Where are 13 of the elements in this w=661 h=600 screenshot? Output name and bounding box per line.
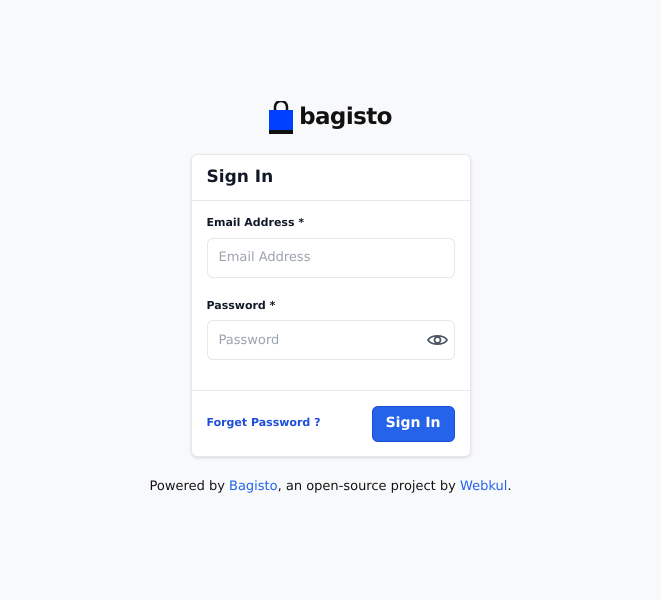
email-field[interactable]: Email Address — [206, 238, 454, 278]
forgot-password-link[interactable]: Forget Password ? — [206, 415, 320, 432]
footer-text: Powered by Bagisto, an open-source project by Webkul. — [150, 478, 512, 496]
eye-icon[interactable] — [426, 333, 448, 347]
field-label: Email Address * — [206, 215, 306, 231]
password-field[interactable]: Password — [206, 320, 454, 360]
logo-text: bagisto — [299, 102, 392, 132]
footer-link[interactable]: Bagisto — [229, 479, 278, 494]
sign-in-button[interactable]: Sign In — [372, 406, 454, 442]
shopping-bag-icon — [269, 100, 294, 134]
footer-link[interactable]: Webkul — [460, 479, 508, 494]
field-label: Password * — [206, 298, 276, 314]
card-title: Sign In — [206, 166, 274, 189]
